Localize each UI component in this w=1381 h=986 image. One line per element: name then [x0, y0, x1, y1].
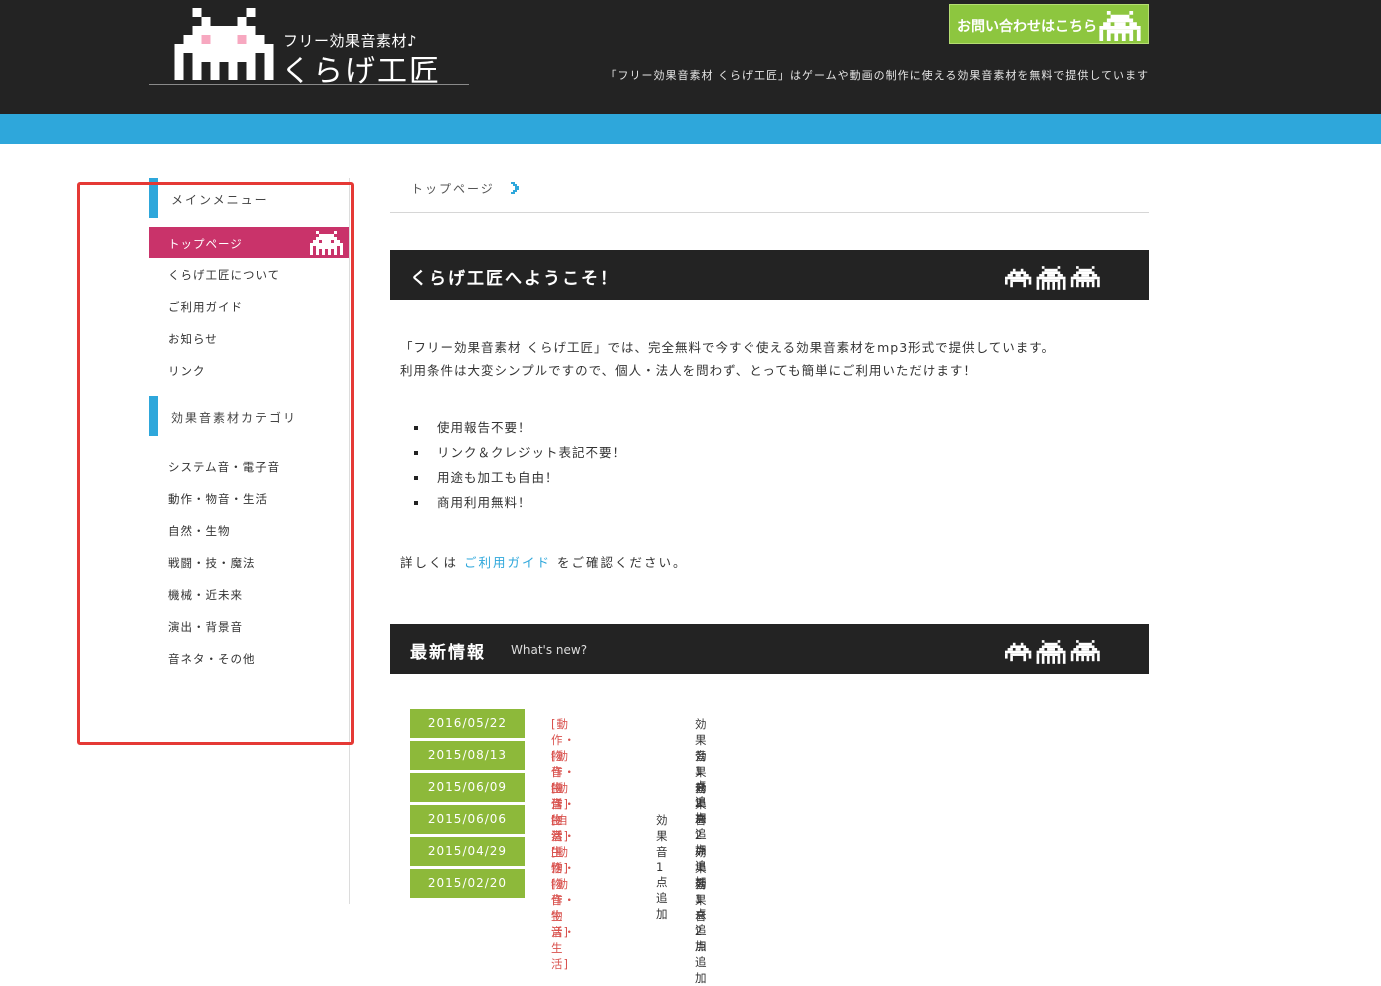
details-prefix: 詳しくは: [400, 555, 459, 570]
intro-line: 利用条件は大変シンプルですので、個人・法人を問わず、とっても簡単にご利用いただけ…: [400, 363, 977, 378]
list-item: 使用報告不要！: [414, 415, 626, 440]
news-date: 2015/04/29: [410, 837, 525, 866]
chevron-right-icon: [511, 182, 519, 194]
news-date: 2015/08/13: [410, 741, 525, 770]
guide-link[interactable]: ご利用ガイド: [464, 555, 551, 570]
details-suffix: をご確認ください。: [557, 555, 688, 570]
intro-line: 「フリー効果音素材 くらげ工匠」では、完全無料で今すぐ使える効果音素材をmp3形…: [400, 340, 1056, 355]
list-item-text: 使用報告不要！: [437, 420, 532, 435]
welcome-intro: 「フリー効果音素材 くらげ工匠」では、完全無料で今すぐ使える効果音素材をmp3形…: [400, 336, 1055, 382]
logo-title: くらげ工匠: [281, 54, 441, 89]
breadcrumb: トップページ: [390, 170, 1149, 213]
welcome-title: くらげ工匠へようこそ！: [410, 269, 619, 289]
header-accent-band: [0, 114, 1381, 144]
contact-button-label: お問い合わせはこちら: [957, 19, 1097, 35]
news-heading: 最新情報 What's new?: [390, 624, 1149, 674]
news-category-link[interactable]: [動作・物音・生活]: [551, 876, 576, 972]
invader-icon: [1099, 11, 1141, 41]
news-date: 2015/06/09: [410, 773, 525, 802]
site-header: フリー効果音素材♪ くらげ工匠 お問い合わせはこちら 「フリー効果音素材 くらげ…: [0, 0, 1381, 114]
news-text: 効果音2点追加: [695, 877, 708, 985]
list-item-text: 用途も加工も自由！: [437, 470, 559, 485]
breadcrumb-current: トップページ: [411, 182, 495, 196]
news-date: 2015/06/06: [410, 805, 525, 834]
list-item-text: 商用利用無料！: [437, 495, 532, 510]
invader-icon: [1005, 266, 1100, 290]
invader-icon: [1005, 640, 1100, 664]
news-text: 効果音1点追加: [656, 813, 669, 921]
list-item: リンク＆クレジット表記不要！: [414, 440, 626, 465]
news-subtitle: What's new?: [511, 643, 588, 657]
welcome-heading: くらげ工匠へようこそ！: [390, 250, 1149, 300]
contact-button[interactable]: お問い合わせはこちら: [949, 4, 1149, 44]
list-item: 商用利用無料！: [414, 490, 626, 515]
list-item-text: リンク＆クレジット表記不要！: [437, 445, 627, 460]
news-date: 2015/02/20: [410, 869, 525, 898]
site-logo[interactable]: フリー効果音素材♪ くらげ工匠: [149, 4, 469, 89]
news-title: 最新情報: [410, 643, 486, 663]
list-item: 用途も加工も自由！: [414, 465, 626, 490]
details-text: 詳しくは ご利用ガイド をご確認ください。: [400, 552, 688, 571]
site-tagline: 「フリー効果音素材 くらげ工匠」はゲームや動画の制作に使える効果音素材を無料で提…: [605, 69, 1149, 82]
invader-logo-icon: [174, 8, 274, 80]
news-date: 2016/05/22: [410, 709, 525, 738]
highlight-box: [77, 182, 354, 745]
feature-list: 使用報告不要！ リンク＆クレジット表記不要！ 用途も加工も自由！ 商用利用無料！: [414, 415, 626, 515]
